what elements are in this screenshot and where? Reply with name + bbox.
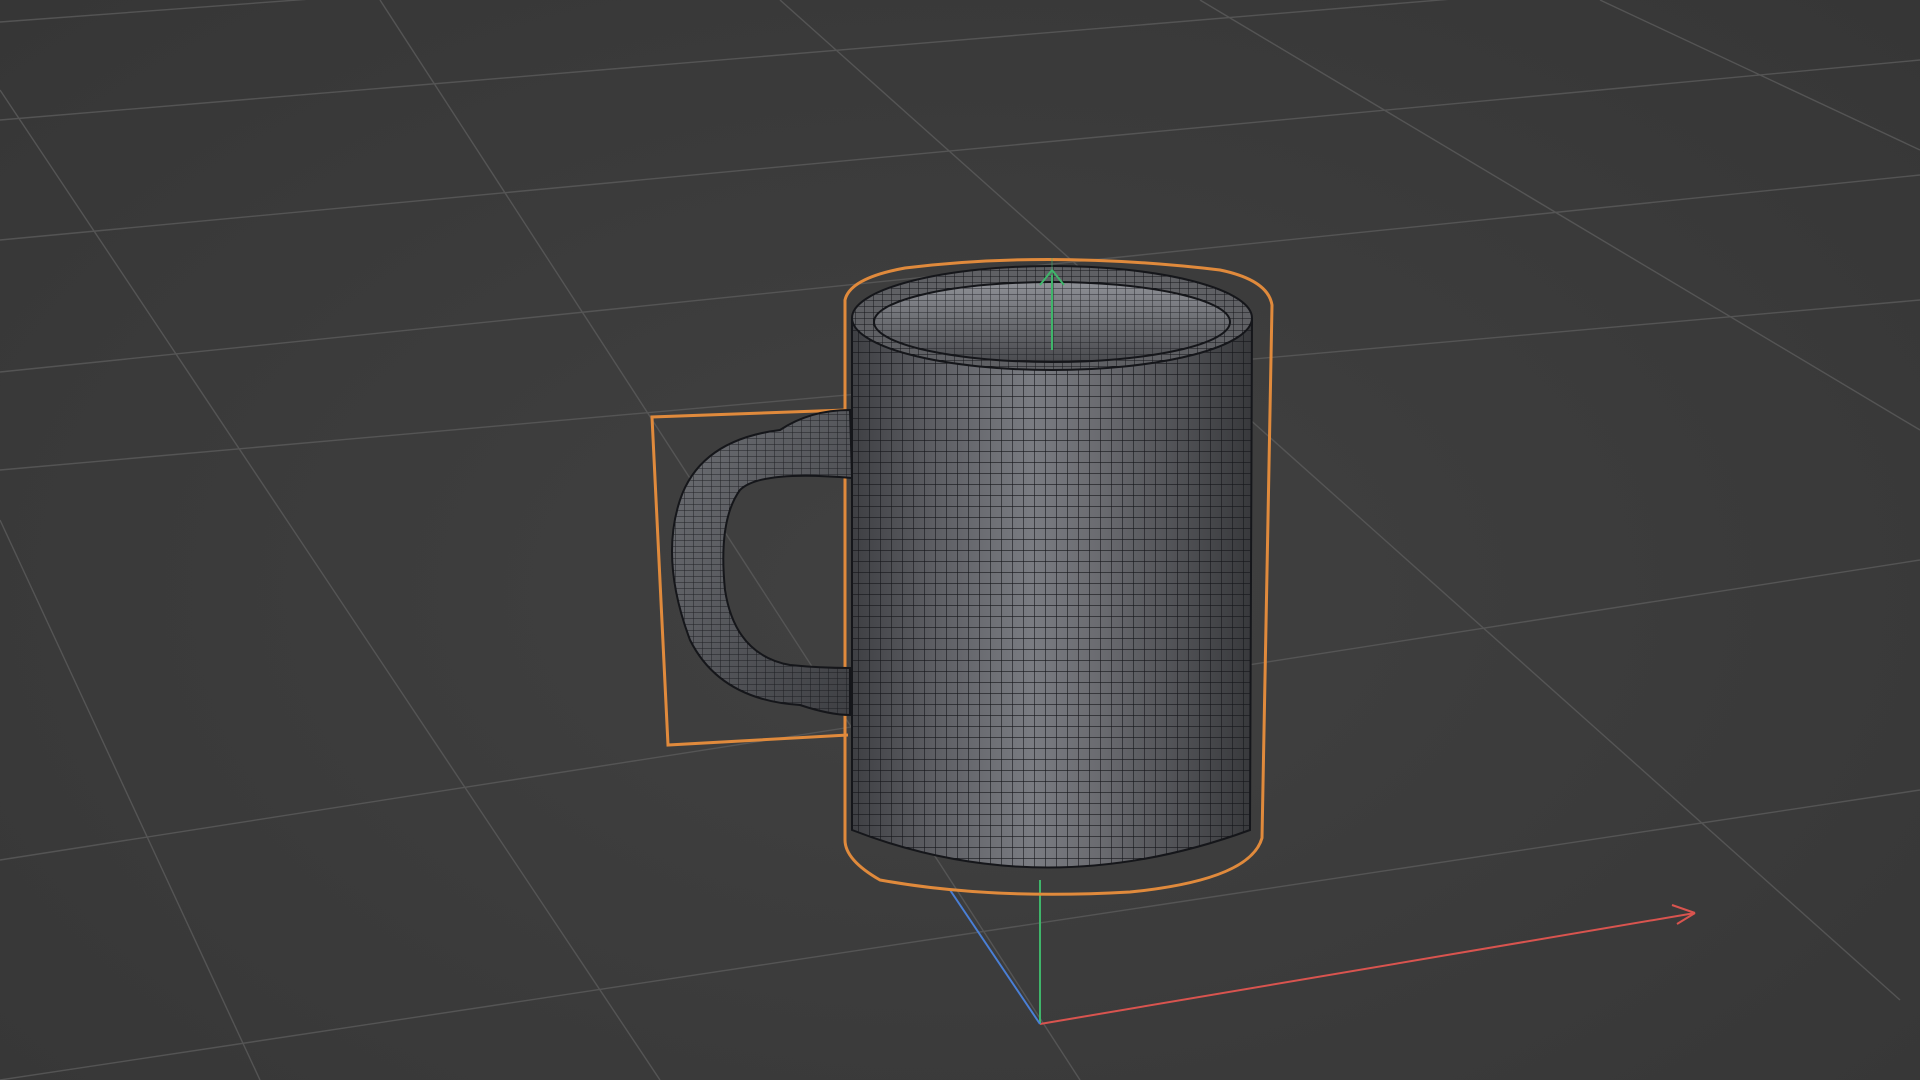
world-axis-gizmo-icon — [949, 880, 1696, 1025]
mug-handle — [671, 408, 854, 717]
viewport-canvas[interactable] — [0, 0, 1920, 1080]
3d-viewport[interactable] — [0, 0, 1920, 1080]
